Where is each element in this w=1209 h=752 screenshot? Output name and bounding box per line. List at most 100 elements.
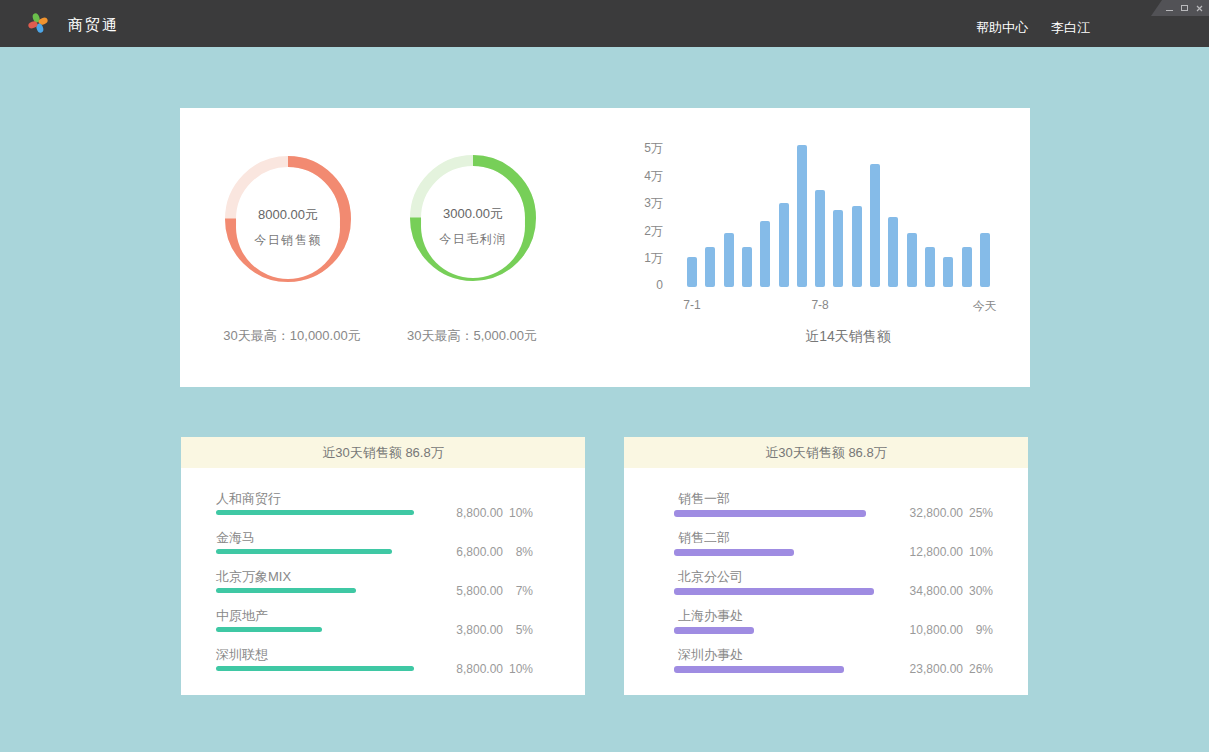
summary-card: 8000.00元 今日销售额 30天最高：10,000.00元 3000.00元… — [180, 108, 1030, 387]
bar-day-2 — [705, 247, 715, 287]
maximize-button[interactable] — [1181, 5, 1188, 11]
row-value: 34,800.00 — [893, 584, 963, 598]
customers-card: 近30天销售额 86.8万 人和商贸行8,800.0010%金海马6,800.0… — [181, 437, 585, 695]
close-button[interactable] — [1196, 5, 1203, 12]
list-item: 金海马6,800.008% — [216, 529, 533, 554]
row-name: 中原地产 — [216, 607, 433, 623]
bar-day-17 — [980, 233, 990, 287]
list-item: 北京分公司34,800.0030% — [674, 568, 993, 595]
row-bar — [674, 627, 754, 634]
customers-list: 人和商贸行8,800.0010% 金海马6,800.008% 北京万象MIX5,80… — [181, 468, 585, 671]
row-value: 12,800.00 — [893, 545, 963, 559]
row-bar — [674, 588, 874, 595]
bar-day-8 — [815, 190, 825, 287]
bar-day-15 — [943, 257, 953, 287]
y-tick-label: 1万 — [644, 250, 663, 267]
minimize-button[interactable] — [1166, 10, 1173, 11]
row-value: 32,800.00 — [893, 506, 963, 520]
y-tick-label: 4万 — [644, 168, 663, 185]
window-controls — [1151, 0, 1209, 16]
bar-day-11 — [870, 164, 880, 287]
x-tick-label: 今天 — [973, 298, 997, 315]
bar-day-16 — [962, 247, 972, 287]
row-percent: 8% — [503, 545, 533, 559]
row-percent: 26% — [963, 662, 993, 676]
bar-chart-x-axis: 7-17-8今天 — [687, 298, 997, 314]
app-title: 商贸通 — [68, 16, 119, 35]
bar-day-3 — [724, 233, 734, 287]
row-percent: 9% — [963, 623, 993, 637]
row-value: 10,800.00 — [893, 623, 963, 637]
bar-day-12 — [888, 217, 898, 287]
y-tick-label: 5万 — [644, 140, 663, 157]
list-item: 中原地产3,800.005% — [216, 607, 533, 632]
list-item: 人和商贸行8,800.0010% — [216, 490, 533, 515]
today-profit-donut: 3000.00元 今日毛利润 — [410, 155, 536, 281]
row-value: 5,800.00 — [433, 584, 503, 598]
row-name: 深圳联想 — [216, 646, 433, 662]
bar-day-1 — [687, 257, 697, 287]
row-bar — [216, 627, 322, 632]
bar-day-7 — [797, 145, 807, 287]
list-item: 上海办事处10,800.009% — [674, 607, 993, 634]
row-bar — [216, 549, 392, 554]
row-percent: 7% — [503, 584, 533, 598]
today-profit-label: 今日毛利润 — [439, 231, 507, 248]
departments-card-title: 近30天销售额 86.8万 — [624, 437, 1028, 468]
row-value: 8,800.00 — [433, 662, 503, 676]
bar-day-5 — [760, 221, 770, 287]
row-percent: 10% — [963, 545, 993, 559]
row-bar — [216, 510, 414, 515]
row-name: 深圳办事处 — [678, 646, 893, 662]
today-sales-donut: 8000.00元 今日销售额 — [225, 156, 351, 282]
departments-list: 销售一部32,800.0025% 销售二部12,800.0010% 北京分公司34,… — [624, 468, 1028, 673]
row-percent: 25% — [963, 506, 993, 520]
list-item: 销售一部32,800.0025% — [674, 490, 993, 517]
sales-14d-bar-chart — [687, 142, 997, 287]
row-percent: 10% — [503, 506, 533, 520]
y-tick-label: 2万 — [644, 223, 663, 240]
today-profit-value: 3000.00元 — [443, 205, 503, 223]
row-value: 6,800.00 — [433, 545, 503, 559]
bar-day-13 — [907, 233, 917, 287]
row-name: 销售一部 — [678, 490, 893, 506]
row-percent: 5% — [503, 623, 533, 637]
list-item: 北京万象MIX5,800.007% — [216, 568, 533, 593]
row-percent: 10% — [503, 662, 533, 676]
row-value: 3,800.00 — [433, 623, 503, 637]
row-bar — [674, 510, 866, 517]
row-name: 金海马 — [216, 529, 433, 545]
list-item: 深圳办事处23,800.0026% — [674, 646, 993, 673]
bar-day-14 — [925, 247, 935, 287]
help-center-link[interactable]: 帮助中心 — [976, 19, 1028, 37]
x-tick-label: 7-1 — [683, 298, 700, 312]
row-name: 人和商贸行 — [216, 490, 433, 506]
y-tick-label: 3万 — [644, 195, 663, 212]
user-menu[interactable]: 李白江 — [1051, 19, 1090, 37]
row-bar — [674, 666, 844, 673]
row-value: 23,800.00 — [893, 662, 963, 676]
row-name: 销售二部 — [678, 529, 893, 545]
row-bar — [674, 549, 794, 556]
today-sales-label: 今日销售额 — [254, 232, 322, 249]
departments-card: 近30天销售额 86.8万 销售一部32,800.0025% 销售二部12,800… — [624, 437, 1028, 695]
bar-day-6 — [779, 203, 789, 287]
row-name: 北京分公司 — [678, 568, 893, 584]
row-bar — [216, 666, 414, 671]
bar-chart-y-axis: 0 1万 2万 3万 4万 5万 — [600, 108, 663, 308]
row-percent: 30% — [963, 584, 993, 598]
titlebar: 商贸通 帮助中心 李白江 — [0, 0, 1209, 47]
row-value: 8,800.00 — [433, 506, 503, 520]
row-name: 北京万象MIX — [216, 568, 433, 584]
today-profit-30d-max: 30天最高：5,000.00元 — [332, 327, 612, 345]
y-tick-label: 0 — [656, 278, 663, 292]
customers-card-title: 近30天销售额 86.8万 — [181, 437, 585, 468]
app-logo-icon — [27, 12, 49, 34]
today-sales-value: 8000.00元 — [258, 206, 318, 224]
bar-day-4 — [742, 247, 752, 287]
x-tick-label: 7-8 — [811, 298, 828, 312]
row-bar — [216, 588, 356, 593]
row-name: 上海办事处 — [678, 607, 893, 623]
list-item: 销售二部12,800.0010% — [674, 529, 993, 556]
bar-chart-title: 近14天销售额 — [718, 328, 978, 346]
